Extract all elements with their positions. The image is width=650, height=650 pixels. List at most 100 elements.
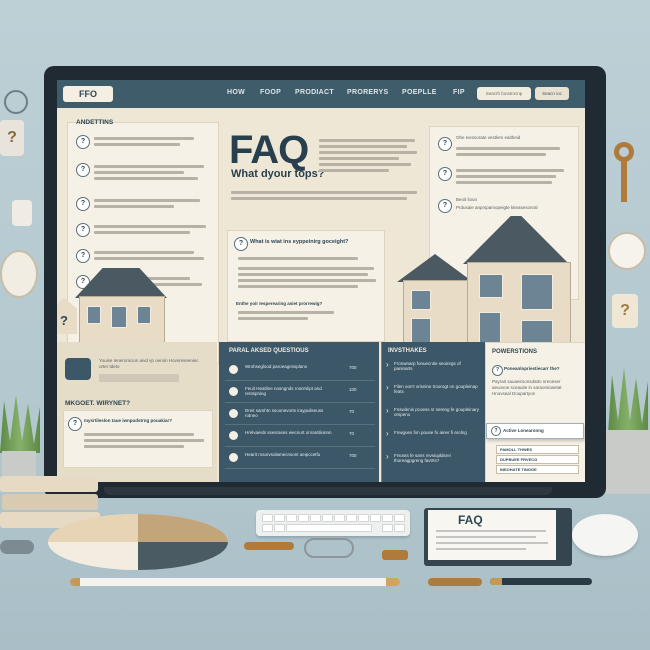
- nav-item-product[interactable]: PRODIACT: [295, 89, 334, 96]
- chevron-right-icon: ›: [386, 429, 389, 438]
- faq-list-title: PARAL AKSED QUESTIOUS: [229, 348, 309, 354]
- faq-list-row[interactable]: Hrelvaesls ssesrases wecnurt onrantilion…: [225, 428, 375, 447]
- key-desk-icon-3: [428, 578, 482, 586]
- question-icon: ?: [76, 135, 90, 149]
- mouse[interactable]: [572, 514, 638, 556]
- keyboard[interactable]: [256, 510, 410, 536]
- plant-right-icon: [606, 368, 650, 494]
- faq-list-row[interactable]: Wrohseglood paroeagessplans 700: [225, 362, 375, 381]
- investment-row[interactable]: › Filen oon't vrisnine troorogt on gouple…: [384, 383, 484, 403]
- nav-item-people[interactable]: POEPLLE: [402, 89, 437, 96]
- faq-rows: Wrohseglood paroeagessplans 700 Feuit Heat…: [225, 362, 375, 474]
- site-logo[interactable]: FFO: [63, 86, 113, 102]
- text-line: [238, 311, 334, 314]
- glasses-icon: [304, 538, 354, 558]
- search-input[interactable]: Seacrh fonstrocnp: [477, 87, 531, 100]
- text-line: [238, 279, 376, 282]
- plant-left-icon: [0, 395, 40, 485]
- text-line: [94, 143, 180, 146]
- investment-row-text: Fnwgoes fon pouse fo ainer fi arolng: [394, 430, 467, 435]
- active-learning-button[interactable]: ? Active Lonearonng: [486, 423, 584, 439]
- text-line: [238, 267, 374, 270]
- text-line: [456, 147, 560, 150]
- nav-item-how[interactable]: HOW: [227, 89, 245, 96]
- nav-item-foop[interactable]: FOOP: [260, 89, 281, 96]
- text-line: [238, 257, 358, 260]
- question-icon: ?: [76, 163, 90, 177]
- properties-link[interactable]: DUPBUEE FRVECG: [496, 455, 579, 464]
- hero-description: [319, 136, 419, 175]
- nav-item-properties[interactable]: PRORERYS: [347, 89, 388, 96]
- properties-link[interactable]: PAMOLL THWES: [496, 445, 579, 454]
- right-question-2[interactable]: Beoit lioun: [456, 197, 566, 203]
- right-question-1[interactable]: Ohe Ivessorate vestlers eaitheid: [456, 135, 566, 141]
- faq-row-value: 700: [349, 365, 357, 370]
- question-icon: ?: [76, 249, 90, 263]
- pencil-icon: [70, 578, 400, 586]
- faq-list-row[interactable]: Feuit Heatline nosngnds rosnrslipt and r…: [225, 384, 375, 403]
- house-illustration-right: [397, 216, 577, 356]
- text-line: [456, 169, 564, 172]
- text-line: [94, 251, 194, 254]
- properties-question[interactable]: Poneanlopriestiecarr the?: [504, 366, 582, 372]
- question-tag-icon: ?: [0, 120, 24, 156]
- faq-row-text: Hrelvaesls ssesrases wecnurt onrantilion…: [245, 430, 332, 435]
- investments-panel: INVSTHAKES › Fronwnarp fonuecntie seoinrg…: [381, 342, 486, 482]
- text-line: [84, 439, 204, 442]
- left-panel-title: ANDETTINS: [76, 119, 114, 126]
- search-button[interactable]: Seacn ioc: [535, 87, 569, 100]
- nav-item-fip[interactable]: FIP: [453, 89, 465, 96]
- text-line: [94, 205, 174, 208]
- text-line: [84, 445, 184, 448]
- chevron-right-icon: ›: [386, 360, 389, 369]
- investment-row[interactable]: › Fnwgoes fon pouse fo ainer fi arolng: [384, 429, 484, 449]
- row-bullet-icon: [229, 409, 238, 418]
- row-bullet-icon: [229, 365, 238, 374]
- fountain-pen-icon: [490, 578, 592, 585]
- row-bullet-icon: [229, 431, 238, 440]
- text-line: [456, 175, 556, 178]
- question-icon: ?: [438, 199, 452, 213]
- monitor-chin: [104, 487, 552, 495]
- investment-row-text: Fnswlenis pcoess sr sereng fe goupleinar…: [394, 407, 480, 417]
- investment-row-text: Fronwnarp fonuecntie seoinrgs of paninar…: [394, 361, 461, 371]
- chevron-right-icon: ›: [386, 452, 389, 461]
- faq-list-row[interactable]: Hearit rosorvsolamecnsont aeipccetfu 700: [225, 450, 375, 469]
- text-line: [94, 199, 200, 202]
- text-line: [238, 273, 368, 276]
- faq-list-row[interactable]: Dreit sarshtn ssoonevorts iraypuliseuss …: [225, 406, 375, 425]
- text-line: [94, 137, 194, 140]
- investment-row[interactable]: › Frsosts fe sans mvsiupldsrei thoreagpgr…: [384, 452, 484, 472]
- key-desk-icon-2: [382, 550, 408, 560]
- faq-document[interactable]: FAQ: [428, 510, 556, 560]
- bubble-input[interactable]: [99, 374, 179, 382]
- middle-question-title[interactable]: What is wiat ins eyppeinirg goceight?: [250, 239, 380, 245]
- question-icon: ?: [68, 417, 82, 431]
- left-wall-hook-1: [4, 90, 28, 114]
- properties-link[interactable]: INEOHATE TINGGE: [496, 465, 579, 474]
- pen-left-icon: [0, 540, 34, 554]
- text-line: [94, 171, 184, 174]
- bottom-left-question[interactable]: mysrtileslon taue iwnpudstrng pouakiar?: [84, 418, 208, 424]
- hero-title: FAQ: [229, 128, 309, 172]
- faq-row-value: 700: [349, 453, 357, 458]
- text-line: [456, 181, 552, 184]
- row-bullet-icon: [229, 453, 238, 462]
- pie-coaster-icon: [48, 514, 228, 570]
- wall-pin-icon: [12, 200, 32, 226]
- bottom-left-question-card: ? mysrtileslon taue iwnpudstrng pouakiar…: [63, 410, 213, 468]
- properties-panel: POWERSTIONS ? Poneanlopriestiecarr the? …: [485, 342, 585, 482]
- house-illustration-left: [67, 268, 177, 348]
- hero-body: [231, 188, 421, 203]
- investment-row[interactable]: › Fnswlenis pcoess sr sereng fe goupleina…: [384, 406, 484, 426]
- chat-bubble-icon: [65, 358, 91, 380]
- text-line: [94, 165, 204, 168]
- faq-row-value: 70: [349, 431, 355, 436]
- question-icon: ?: [438, 137, 452, 151]
- top-nav-bar: FFO HOW FOOP PRODIACT PRORERYS POEPLLE F…: [57, 80, 585, 108]
- investment-row-text: Filen oon't vrisnine troorogt on gouplei…: [394, 384, 478, 394]
- investment-row[interactable]: › Fronwnarp fonuecntie seoinrgs of panina…: [384, 360, 484, 380]
- website-screen: FFO HOW FOOP PRODIACT PRORERYS POEPLLE F…: [57, 80, 585, 482]
- faq-row-text: Dreit sarshtn ssoonevorts iraypuliseuss …: [245, 408, 324, 418]
- investments-title: INVSTHAKES: [388, 348, 427, 354]
